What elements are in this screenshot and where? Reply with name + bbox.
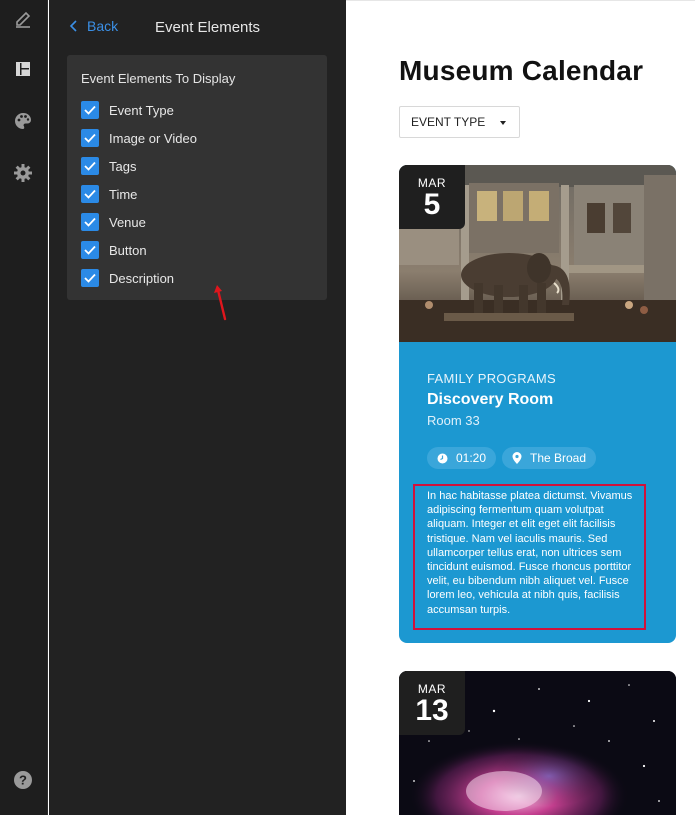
filter-label: EVENT TYPE (411, 115, 486, 129)
event-description: In hac habitasse platea dictumst. Vivamu… (427, 490, 633, 616)
checkmark-icon (84, 161, 96, 171)
back-label: Back (87, 18, 119, 34)
checkbox-time[interactable]: Time (81, 185, 137, 203)
pencil-icon[interactable] (12, 8, 34, 30)
card-title: Event Elements To Display (81, 71, 236, 86)
page-title: Museum Calendar (399, 55, 644, 86)
calendar-preview: Museum Calendar EVENT TYPE MAR 5 FAMILY … (346, 0, 695, 815)
help-icon[interactable]: ? (12, 769, 34, 791)
event-room: Room 33 (427, 413, 480, 428)
event-title[interactable]: Discovery Room (427, 391, 553, 409)
icon-rail: ? (0, 0, 48, 815)
checkbox-checked[interactable] (81, 213, 99, 231)
checkmark-icon (84, 189, 96, 199)
gear-icon[interactable] (12, 162, 34, 184)
checkbox-label: Tags (109, 158, 137, 174)
time-tag: 01:20 (427, 447, 497, 469)
location-pin-icon (512, 452, 522, 464)
checkmark-icon (84, 133, 96, 143)
checkbox-venue[interactable]: Venue (81, 213, 146, 231)
event-image-museum-hall: MAR 5 (399, 165, 676, 342)
event-type-filter[interactable]: EVENT TYPE (399, 106, 520, 138)
settings-panel: Back Event Elements Event Elements To Di… (49, 0, 346, 815)
checkbox-button[interactable]: Button (81, 241, 147, 259)
red-arrow-annotation (214, 285, 227, 321)
checkbox-image-or-video[interactable]: Image or Video (81, 129, 197, 147)
checkbox-description[interactable]: Description (81, 269, 174, 287)
checkmark-icon (84, 217, 96, 227)
checkbox-label: Image or Video (109, 130, 197, 146)
checkmark-icon (84, 105, 96, 115)
checkmark-icon (84, 245, 96, 255)
checkmark-icon (84, 273, 96, 283)
checkbox-checked[interactable] (81, 129, 99, 147)
event-card[interactable]: MAR 5 FAMILY PROGRAMS Discovery Room Roo… (399, 165, 676, 643)
event-time: 01:20 (456, 451, 487, 465)
event-card[interactable]: MAR 13 (399, 671, 676, 815)
palette-icon[interactable] (12, 110, 34, 132)
checkbox-checked[interactable] (81, 185, 99, 203)
layout-icon[interactable] (12, 58, 34, 80)
clock-icon (437, 453, 448, 463)
event-venue: The Broad (530, 451, 587, 465)
chevron-left-icon (69, 20, 77, 32)
checkbox-label: Event Type (109, 102, 174, 118)
checkbox-checked[interactable] (81, 101, 99, 119)
checkbox-checked[interactable] (81, 269, 99, 287)
date-badge: MAR 13 (399, 671, 465, 735)
event-image-nebula: MAR 13 (399, 671, 676, 815)
event-type-label: FAMILY PROGRAMS (427, 371, 556, 386)
checkbox-checked[interactable] (81, 157, 99, 175)
svg-text:?: ? (19, 773, 27, 788)
caret-down-icon (500, 121, 506, 125)
checkbox-event-type[interactable]: Event Type (81, 101, 174, 119)
checkbox-label: Venue (109, 214, 146, 230)
checkbox-checked[interactable] (81, 241, 99, 259)
venue-tag: The Broad (502, 447, 597, 469)
checkbox-label: Button (109, 242, 147, 258)
back-button[interactable]: Back (69, 18, 118, 34)
checkbox-label: Time (109, 186, 138, 202)
panel-header: Back Event Elements (69, 18, 346, 38)
date-badge: MAR 5 (399, 165, 465, 229)
checkbox-tags[interactable]: Tags (81, 157, 136, 175)
date-day: 5 (423, 188, 441, 221)
panel-title: Event Elements (155, 19, 261, 36)
date-day: 13 (415, 694, 449, 727)
event-elements-card: Event Elements To Display Event Type Ima… (67, 55, 327, 300)
checkbox-label: Description (109, 270, 175, 286)
